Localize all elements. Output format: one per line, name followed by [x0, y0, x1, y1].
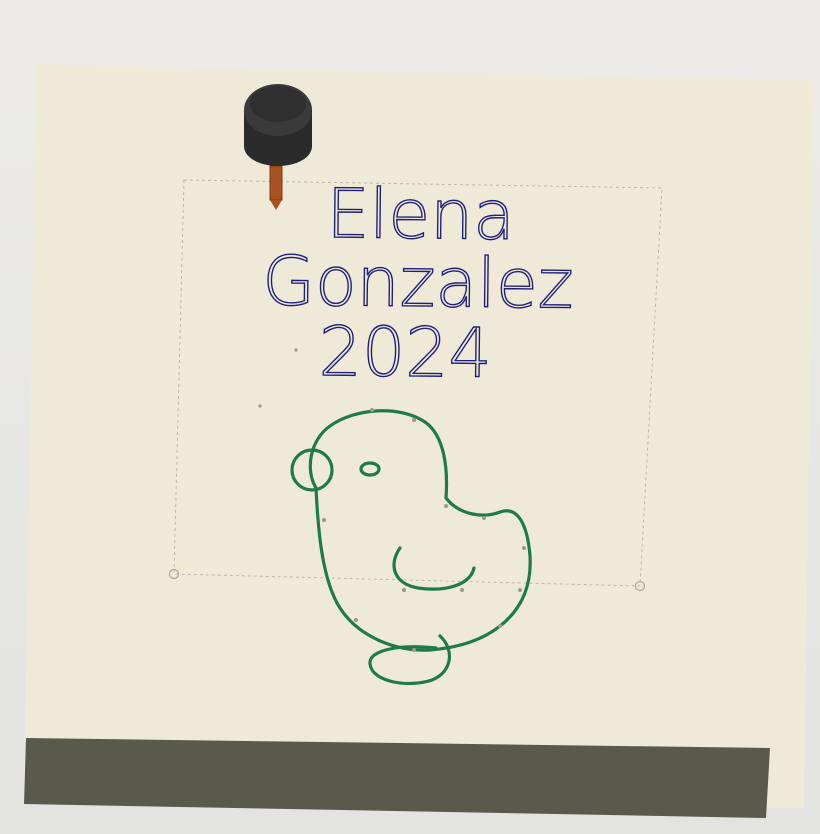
bottom-bar — [24, 738, 770, 818]
design-canvas[interactable]: Elena Gonzalez 2024 — [0, 0, 820, 834]
screen: Elena Gonzalez 2024 — [0, 0, 820, 834]
text-line-3[interactable]: 2024 — [318, 312, 493, 394]
text-line-2[interactable]: Gonzalez — [261, 242, 574, 326]
